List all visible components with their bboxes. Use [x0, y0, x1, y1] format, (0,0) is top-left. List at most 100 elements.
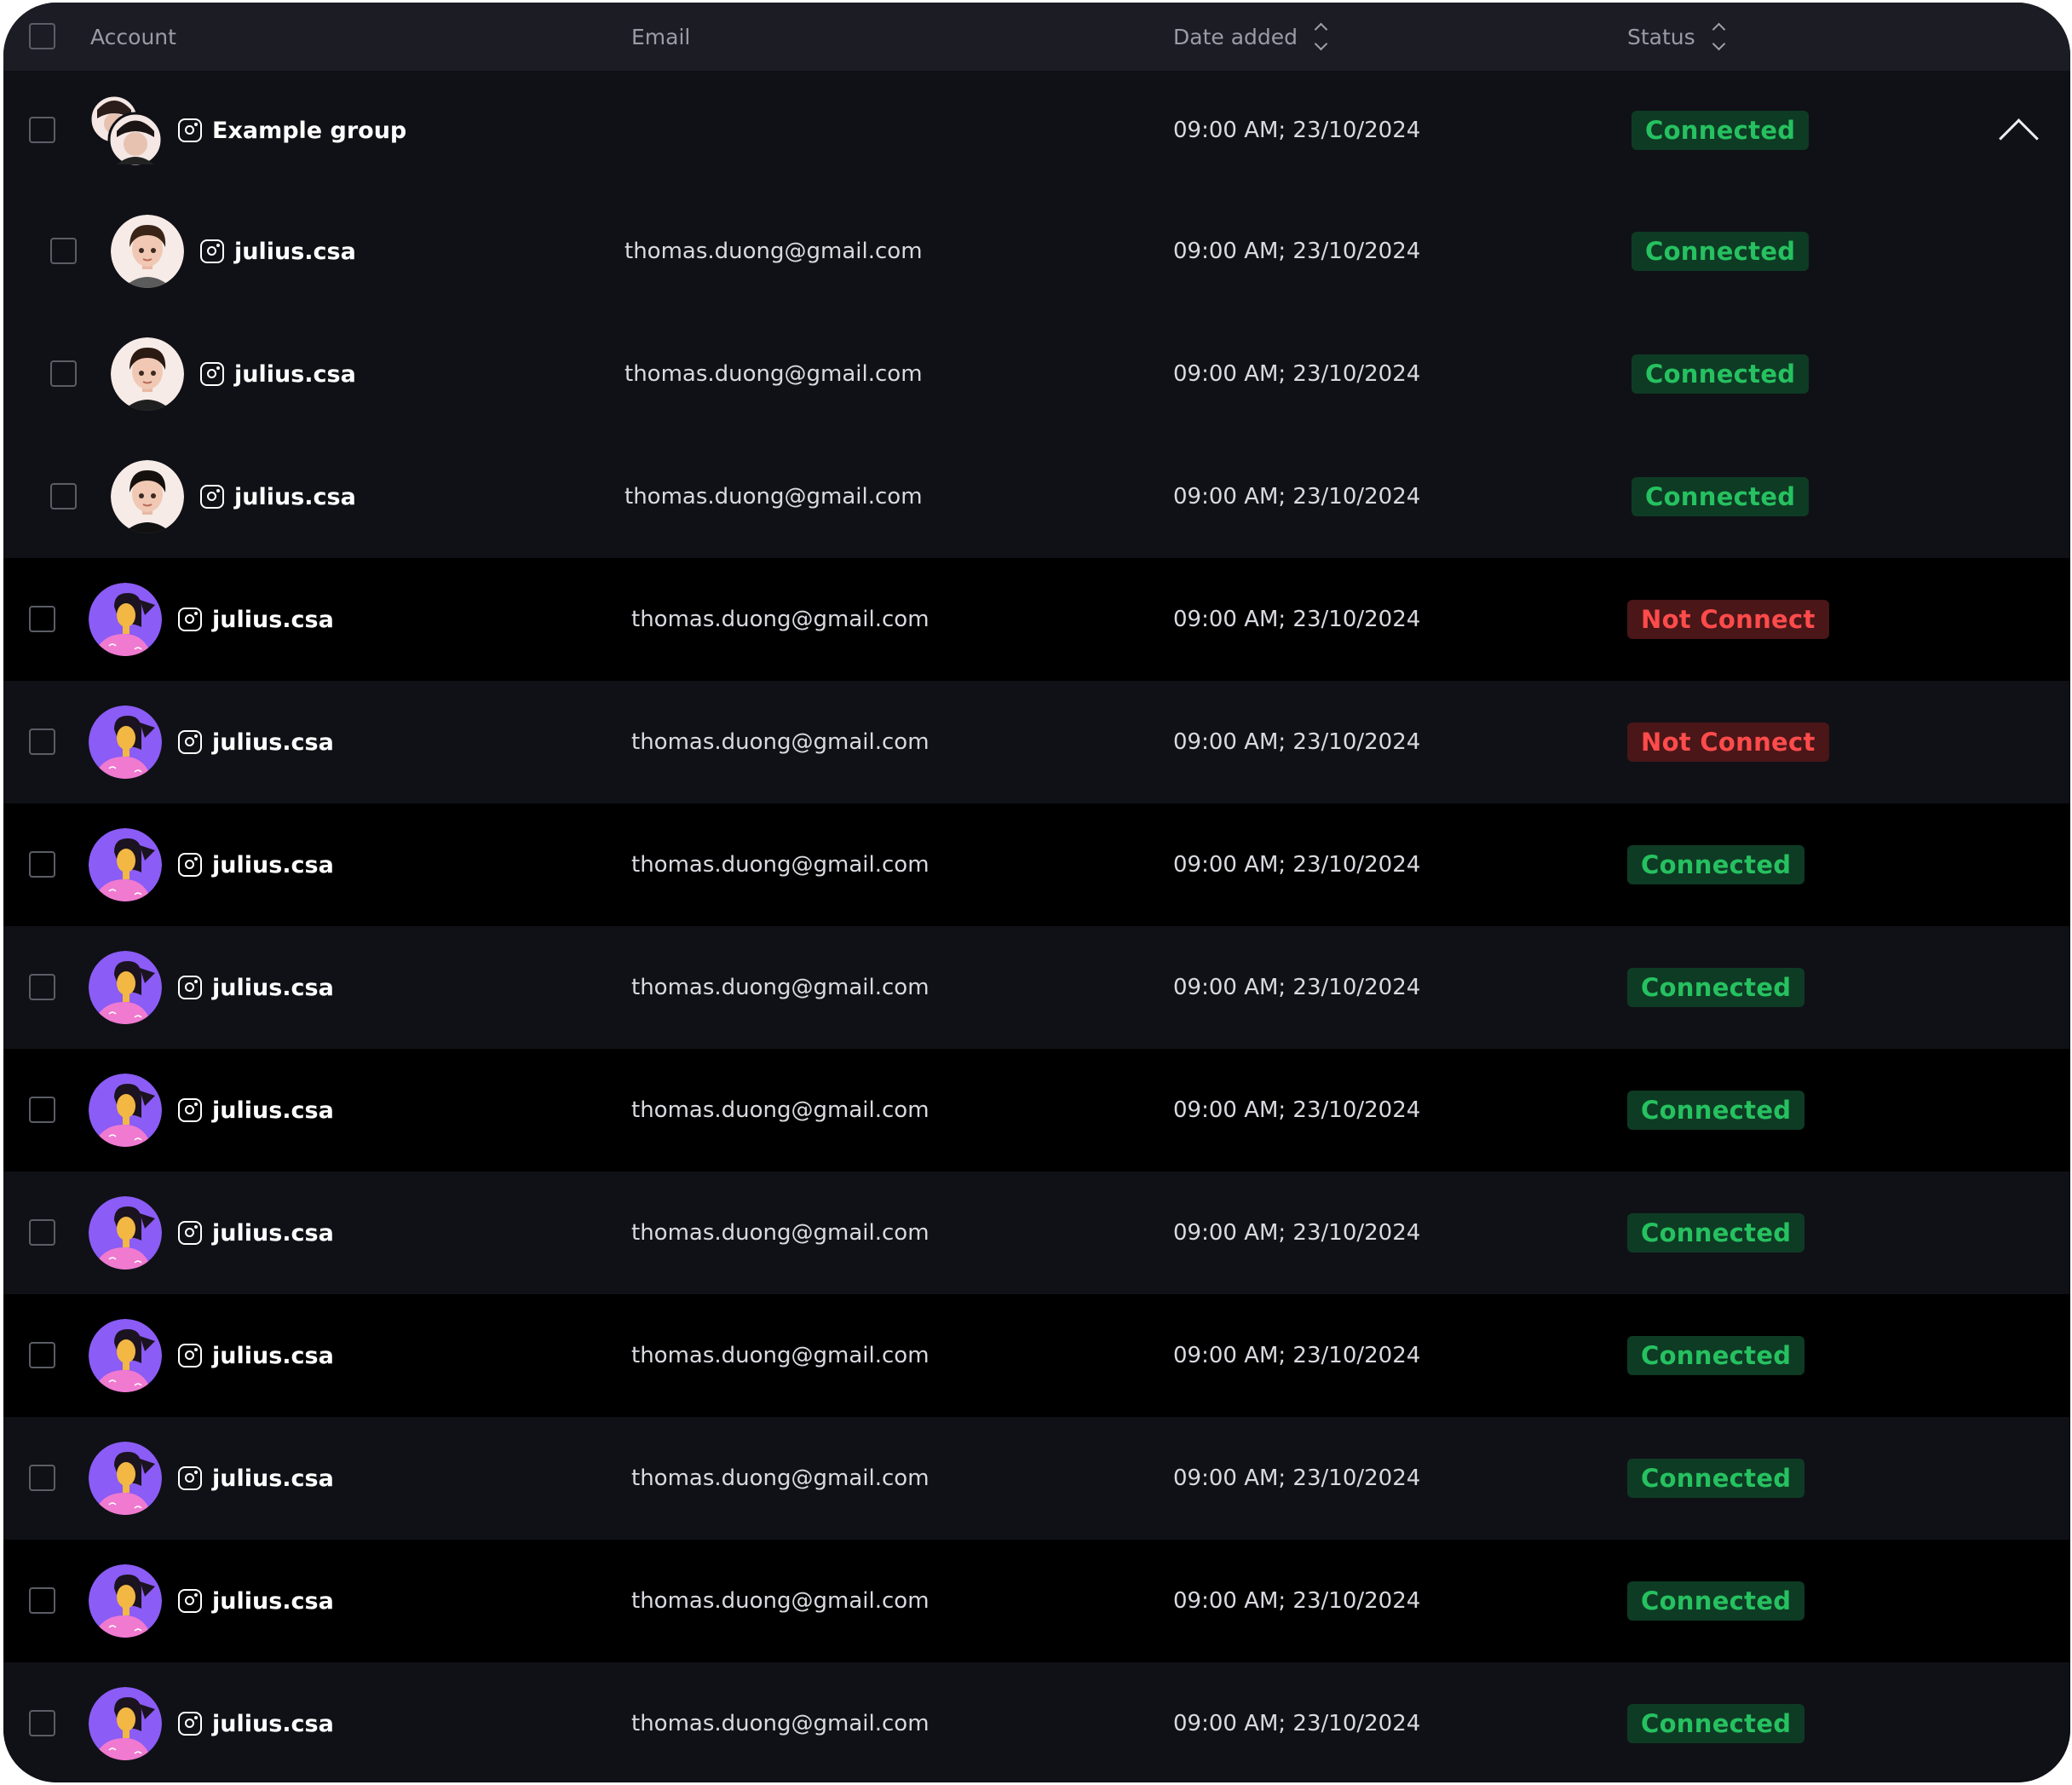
table-row[interactable]: julius.csa thomas.duong@gmail.com 09:00 AM… [3, 1540, 2070, 1662]
group-member-row[interactable]: julius.csa thomas.duong@gmail.com 09:00 AM… [3, 435, 2070, 558]
instagram-icon [178, 1589, 202, 1613]
row-checkbox[interactable] [29, 728, 55, 755]
column-header-status-label: Status [1627, 24, 1695, 49]
email: thomas.duong@gmail.com [624, 484, 923, 510]
group-member-row[interactable]: julius.csa thomas.duong@gmail.com 09:00 AM… [3, 313, 2070, 435]
username[interactable]: julius.csa [212, 607, 334, 633]
email: thomas.duong@gmail.com [631, 1343, 930, 1368]
instagram-icon [178, 1221, 202, 1245]
row-checkbox[interactable] [29, 851, 55, 878]
table-row[interactable]: julius.csa thomas.duong@gmail.com 09:00 AM… [3, 681, 2070, 803]
status-badge: Connected [1627, 1336, 1805, 1375]
status-badge: Connected [1627, 845, 1805, 884]
instagram-icon [178, 730, 202, 754]
status-badge: Connected [1632, 354, 1810, 394]
date-added: 09:00 AM; 23/10/2024 [1173, 1097, 1421, 1123]
column-header-status[interactable]: Status [1627, 3, 1725, 71]
row-checkbox[interactable] [29, 1342, 55, 1368]
date-added: 09:00 AM; 23/10/2024 [1173, 361, 1421, 387]
row-checkbox[interactable] [29, 606, 55, 632]
username[interactable]: julius.csa [234, 361, 356, 388]
date-added: 09:00 AM; 23/10/2024 [1173, 1343, 1421, 1368]
group-name[interactable]: Example group [212, 118, 406, 144]
email: thomas.duong@gmail.com [631, 852, 930, 878]
username[interactable]: julius.csa [234, 484, 356, 510]
status-badge: Connected [1627, 1213, 1805, 1252]
date-added: 09:00 AM; 23/10/2024 [1173, 975, 1421, 1000]
username[interactable]: julius.csa [234, 239, 356, 265]
chevron-up-icon[interactable] [1999, 118, 2039, 158]
sort-icon[interactable] [1314, 22, 1328, 51]
table-row[interactable]: julius.csa thomas.duong@gmail.com 09:00 AM… [3, 1172, 2070, 1294]
date-added: 09:00 AM; 23/10/2024 [1173, 1711, 1421, 1736]
status-badge: Connected [1632, 232, 1810, 271]
table-row[interactable]: julius.csa thomas.duong@gmail.com 09:00 AM… [3, 803, 2070, 926]
group-row[interactable]: Example group 09:00 AM; 23/10/2024 Conne… [3, 71, 2070, 190]
avatar [89, 1319, 162, 1392]
row-checkbox[interactable] [29, 1710, 55, 1736]
row-checkbox[interactable] [50, 360, 77, 387]
row-checkbox[interactable] [50, 483, 77, 510]
email: thomas.duong@gmail.com [631, 607, 930, 632]
username[interactable]: julius.csa [212, 1711, 334, 1737]
instagram-icon [178, 118, 202, 142]
email: thomas.duong@gmail.com [631, 729, 930, 755]
group-avatar-stack [89, 93, 170, 170]
avatar [89, 1442, 162, 1515]
sort-icon[interactable] [1712, 22, 1725, 51]
email: thomas.duong@gmail.com [624, 239, 923, 264]
table-row[interactable]: julius.csa thomas.duong@gmail.com 09:00 AM… [3, 926, 2070, 1049]
row-checkbox[interactable] [29, 1097, 55, 1123]
row-checkbox[interactable] [29, 1219, 55, 1246]
username[interactable]: julius.csa [212, 852, 334, 878]
username[interactable]: julius.csa [212, 1343, 334, 1369]
avatar [89, 1196, 162, 1270]
username[interactable]: julius.csa [212, 729, 334, 756]
instagram-icon [178, 1344, 202, 1368]
username[interactable]: julius.csa [212, 1465, 334, 1492]
instagram-icon [200, 485, 224, 509]
row-checkbox[interactable] [29, 117, 55, 143]
instagram-icon [200, 362, 224, 386]
table-row[interactable]: julius.csa thomas.duong@gmail.com 09:00 AM… [3, 558, 2070, 681]
table-row[interactable]: julius.csa thomas.duong@gmail.com 09:00 AM… [3, 1417, 2070, 1540]
column-header-email: Email [631, 24, 691, 49]
date-added: 09:00 AM; 23/10/2024 [1173, 852, 1421, 878]
username[interactable]: julius.csa [212, 1588, 334, 1615]
table-row[interactable]: julius.csa thomas.duong@gmail.com 09:00 AM… [3, 1294, 2070, 1417]
avatar [89, 951, 162, 1024]
row-checkbox[interactable] [29, 1465, 55, 1491]
date-added: 09:00 AM; 23/10/2024 [1173, 607, 1421, 632]
username[interactable]: julius.csa [212, 975, 334, 1001]
avatar [89, 1687, 162, 1760]
select-all-checkbox[interactable] [29, 23, 55, 49]
date-added: 09:00 AM; 23/10/2024 [1173, 1465, 1421, 1491]
group-member-row[interactable]: julius.csa thomas.duong@gmail.com 09:00 AM… [3, 190, 2070, 313]
avatar [89, 828, 162, 901]
status-badge: Connected [1632, 111, 1810, 150]
table-header: Account Email Date added Status [3, 3, 2070, 71]
column-header-date-added[interactable]: Date added [1173, 3, 1328, 71]
date-added: 09:00 AM; 23/10/2024 [1173, 118, 1421, 143]
status-badge: Connected [1627, 968, 1805, 1007]
avatar [89, 583, 162, 656]
table-row[interactable]: julius.csa thomas.duong@gmail.com 09:00 AM… [3, 1049, 2070, 1172]
email: thomas.duong@gmail.com [631, 1097, 930, 1123]
date-added: 09:00 AM; 23/10/2024 [1173, 239, 1421, 264]
username[interactable]: julius.csa [212, 1220, 334, 1247]
status-badge: Connected [1627, 1091, 1805, 1130]
instagram-icon [178, 1098, 202, 1122]
avatar [111, 215, 184, 288]
table-row[interactable]: julius.csa thomas.duong@gmail.com 09:00 AM… [3, 1662, 2070, 1782]
avatar [111, 460, 184, 533]
status-badge: Not Connect [1627, 600, 1829, 639]
row-checkbox[interactable] [50, 238, 77, 264]
username[interactable]: julius.csa [212, 1097, 334, 1124]
date-added: 09:00 AM; 23/10/2024 [1173, 1588, 1421, 1614]
row-checkbox[interactable] [29, 1587, 55, 1614]
instagram-icon [178, 1466, 202, 1490]
avatar [89, 1074, 162, 1147]
status-badge: Connected [1632, 477, 1810, 516]
avatar [89, 1564, 162, 1638]
row-checkbox[interactable] [29, 974, 55, 1000]
